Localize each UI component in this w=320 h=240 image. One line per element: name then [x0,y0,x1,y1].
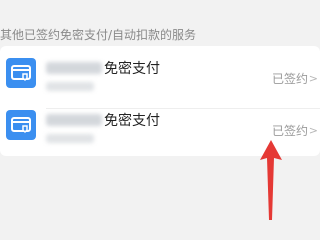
service-detail-redacted [46,134,94,143]
service-provider-name-redacted [46,62,102,74]
status-label: 已签约 [271,72,308,86]
service-provider-name-redacted [46,114,102,126]
annotation-arrow-icon [260,140,282,220]
section-title: 其他已签约免密支付/自动扣款的服务 [0,28,197,42]
service-label: 免密支付 [104,61,160,77]
card-shield-icon [6,58,36,88]
page: 其他已签约免密支付/自动扣款的服务 免密支付 已签约 > 免密支付 已签约 > [0,0,320,240]
card-shield-icon [6,110,36,140]
service-detail-redacted [46,82,94,91]
service-row[interactable]: 免密支付 已签约 > [0,52,320,109]
service-label: 免密支付 [104,113,160,129]
status-label: 已签约 [271,124,308,138]
chevron-right-icon: > [308,124,318,137]
chevron-right-icon: > [308,72,318,85]
